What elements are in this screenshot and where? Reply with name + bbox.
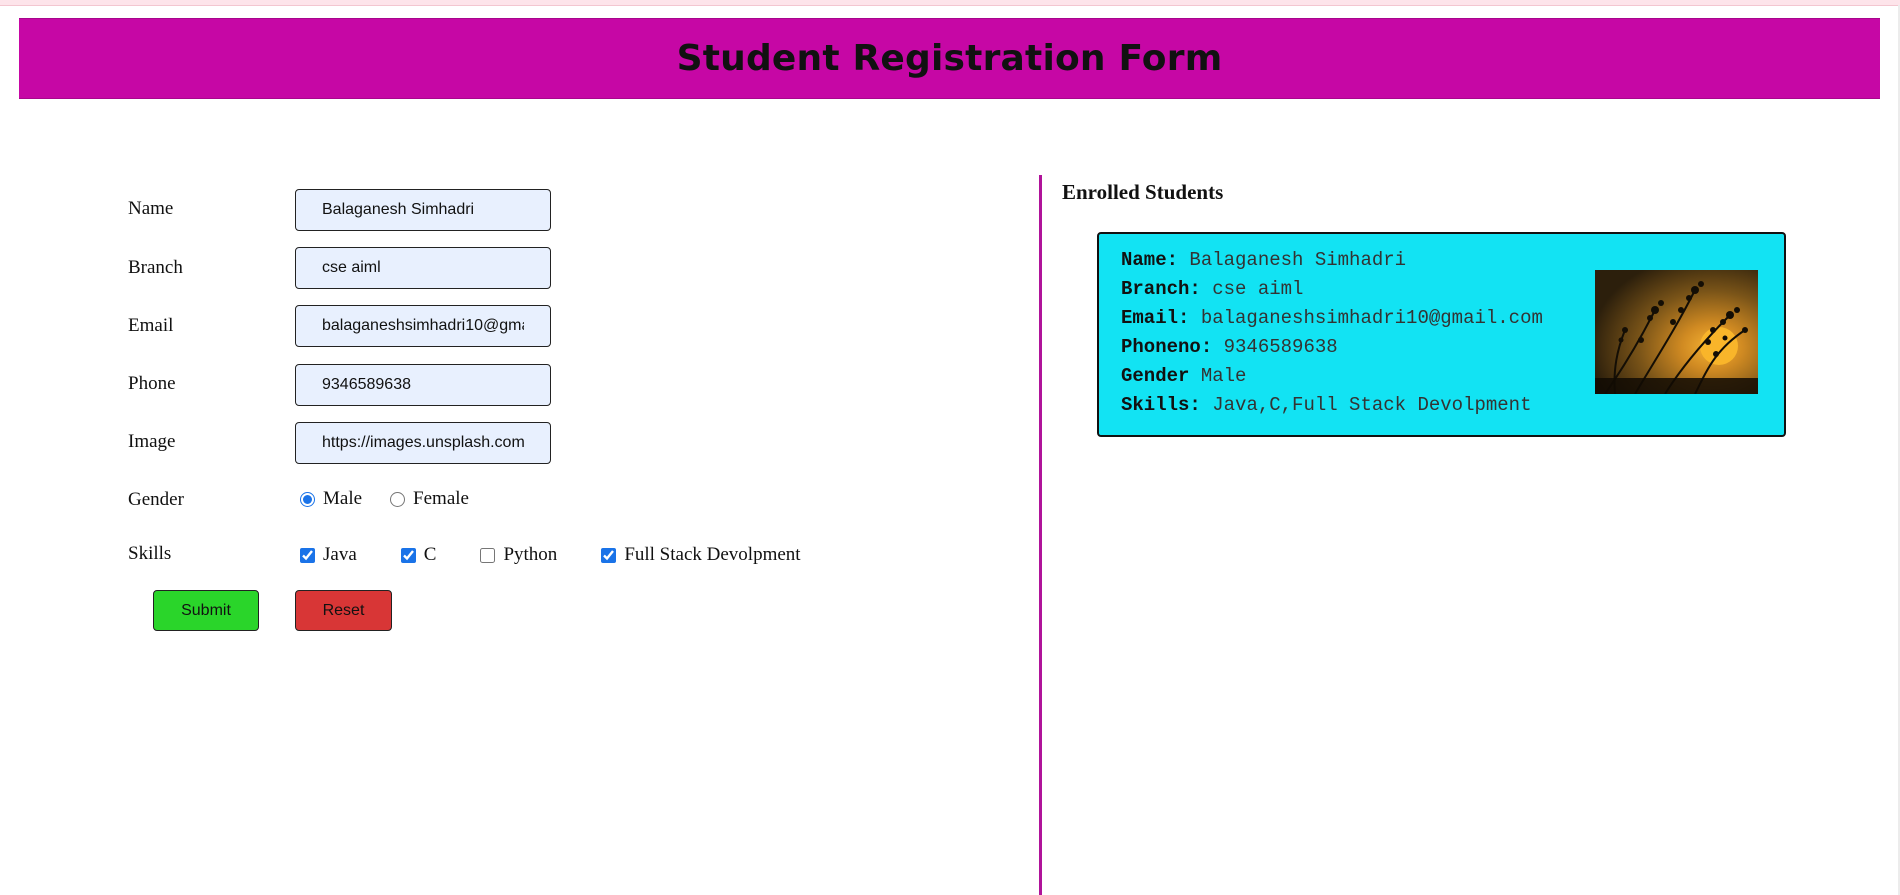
student-email-value: balaganeshsimhadri10@gmail.com: [1200, 307, 1543, 329]
skill-full-stack-label: Full Stack Devolpment: [624, 544, 801, 565]
student-photo: [1595, 270, 1758, 394]
skill-java-label: Java: [323, 544, 357, 565]
email-input[interactable]: [295, 305, 551, 347]
student-branch-value: cse aiml: [1212, 278, 1304, 300]
submit-button[interactable]: Submit: [153, 590, 259, 631]
student-skills-value: Java,C,Full Stack Devolpment: [1212, 394, 1532, 416]
page-title: Student Registration Form: [676, 38, 1223, 79]
gender-female-label: Female: [413, 488, 469, 509]
name-input[interactable]: [295, 189, 551, 231]
skill-full-stack-checkbox[interactable]: [601, 547, 617, 563]
page-header: Student Registration Form: [19, 18, 1880, 99]
gender-radio-group: Male Female: [298, 488, 469, 510]
email-label: Email: [128, 315, 174, 336]
student-email-key: Email:: [1121, 307, 1190, 329]
skill-option-full-stack[interactable]: Full Stack Devolpment: [599, 544, 801, 566]
gender-label: Gender: [128, 489, 184, 510]
skill-option-c[interactable]: C: [399, 544, 437, 566]
skill-python-checkbox[interactable]: [480, 547, 496, 563]
skill-python-label: Python: [503, 544, 558, 565]
vertical-divider: [1039, 175, 1042, 895]
browser-top-strip: [0, 0, 1900, 6]
branch-label: Branch: [128, 257, 183, 278]
student-phone-line: Phoneno: 9346589638: [1121, 333, 1543, 362]
skill-option-python[interactable]: Python: [478, 544, 557, 566]
student-card: Name: Balaganesh Simhadri Branch: cse ai…: [1097, 232, 1786, 437]
skill-c-label: C: [423, 544, 437, 565]
gender-male-label: Male: [323, 488, 363, 509]
student-branch-key: Branch:: [1121, 278, 1201, 300]
image-url-input[interactable]: [295, 422, 551, 464]
gender-female-radio[interactable]: [390, 491, 406, 507]
student-name-line: Name: Balaganesh Simhadri: [1121, 246, 1543, 275]
branch-input[interactable]: [295, 247, 551, 289]
enrolled-students-title: Enrolled Students: [1062, 180, 1224, 204]
student-branch-line: Branch: cse aiml: [1121, 275, 1543, 304]
student-skills-line: Skills: Java,C,Full Stack Devolpment: [1121, 391, 1543, 420]
gender-option-female[interactable]: Female: [388, 488, 469, 510]
phone-input[interactable]: [295, 364, 551, 406]
skill-java-checkbox[interactable]: [300, 547, 315, 563]
student-email-line: Email: balaganeshsimhadri10@gmail.com: [1121, 304, 1543, 333]
gender-option-male[interactable]: Male: [298, 488, 362, 510]
student-phone-value: 9346589638: [1223, 336, 1338, 358]
gender-male-radio[interactable]: [300, 491, 315, 507]
student-gender-key: Gender: [1121, 365, 1190, 387]
student-name-key: Name:: [1121, 249, 1179, 271]
reset-button[interactable]: Reset: [295, 590, 392, 631]
skill-c-checkbox[interactable]: [400, 547, 416, 563]
student-name-value: Balaganesh Simhadri: [1189, 249, 1407, 271]
student-details: Name: Balaganesh Simhadri Branch: cse ai…: [1121, 246, 1543, 420]
student-gender-line: Gender Male: [1121, 362, 1543, 391]
image-label: Image: [128, 431, 176, 452]
name-label: Name: [128, 198, 174, 219]
student-gender-value: Male: [1200, 365, 1247, 387]
student-phone-key: Phoneno:: [1121, 336, 1213, 358]
student-skills-key: Skills:: [1121, 394, 1201, 416]
skills-checkbox-group: Java C Python Full Stack Devolpment: [298, 544, 801, 566]
skills-label: Skills: [128, 543, 172, 564]
skill-option-java[interactable]: Java: [298, 544, 357, 566]
phone-label: Phone: [128, 373, 176, 394]
